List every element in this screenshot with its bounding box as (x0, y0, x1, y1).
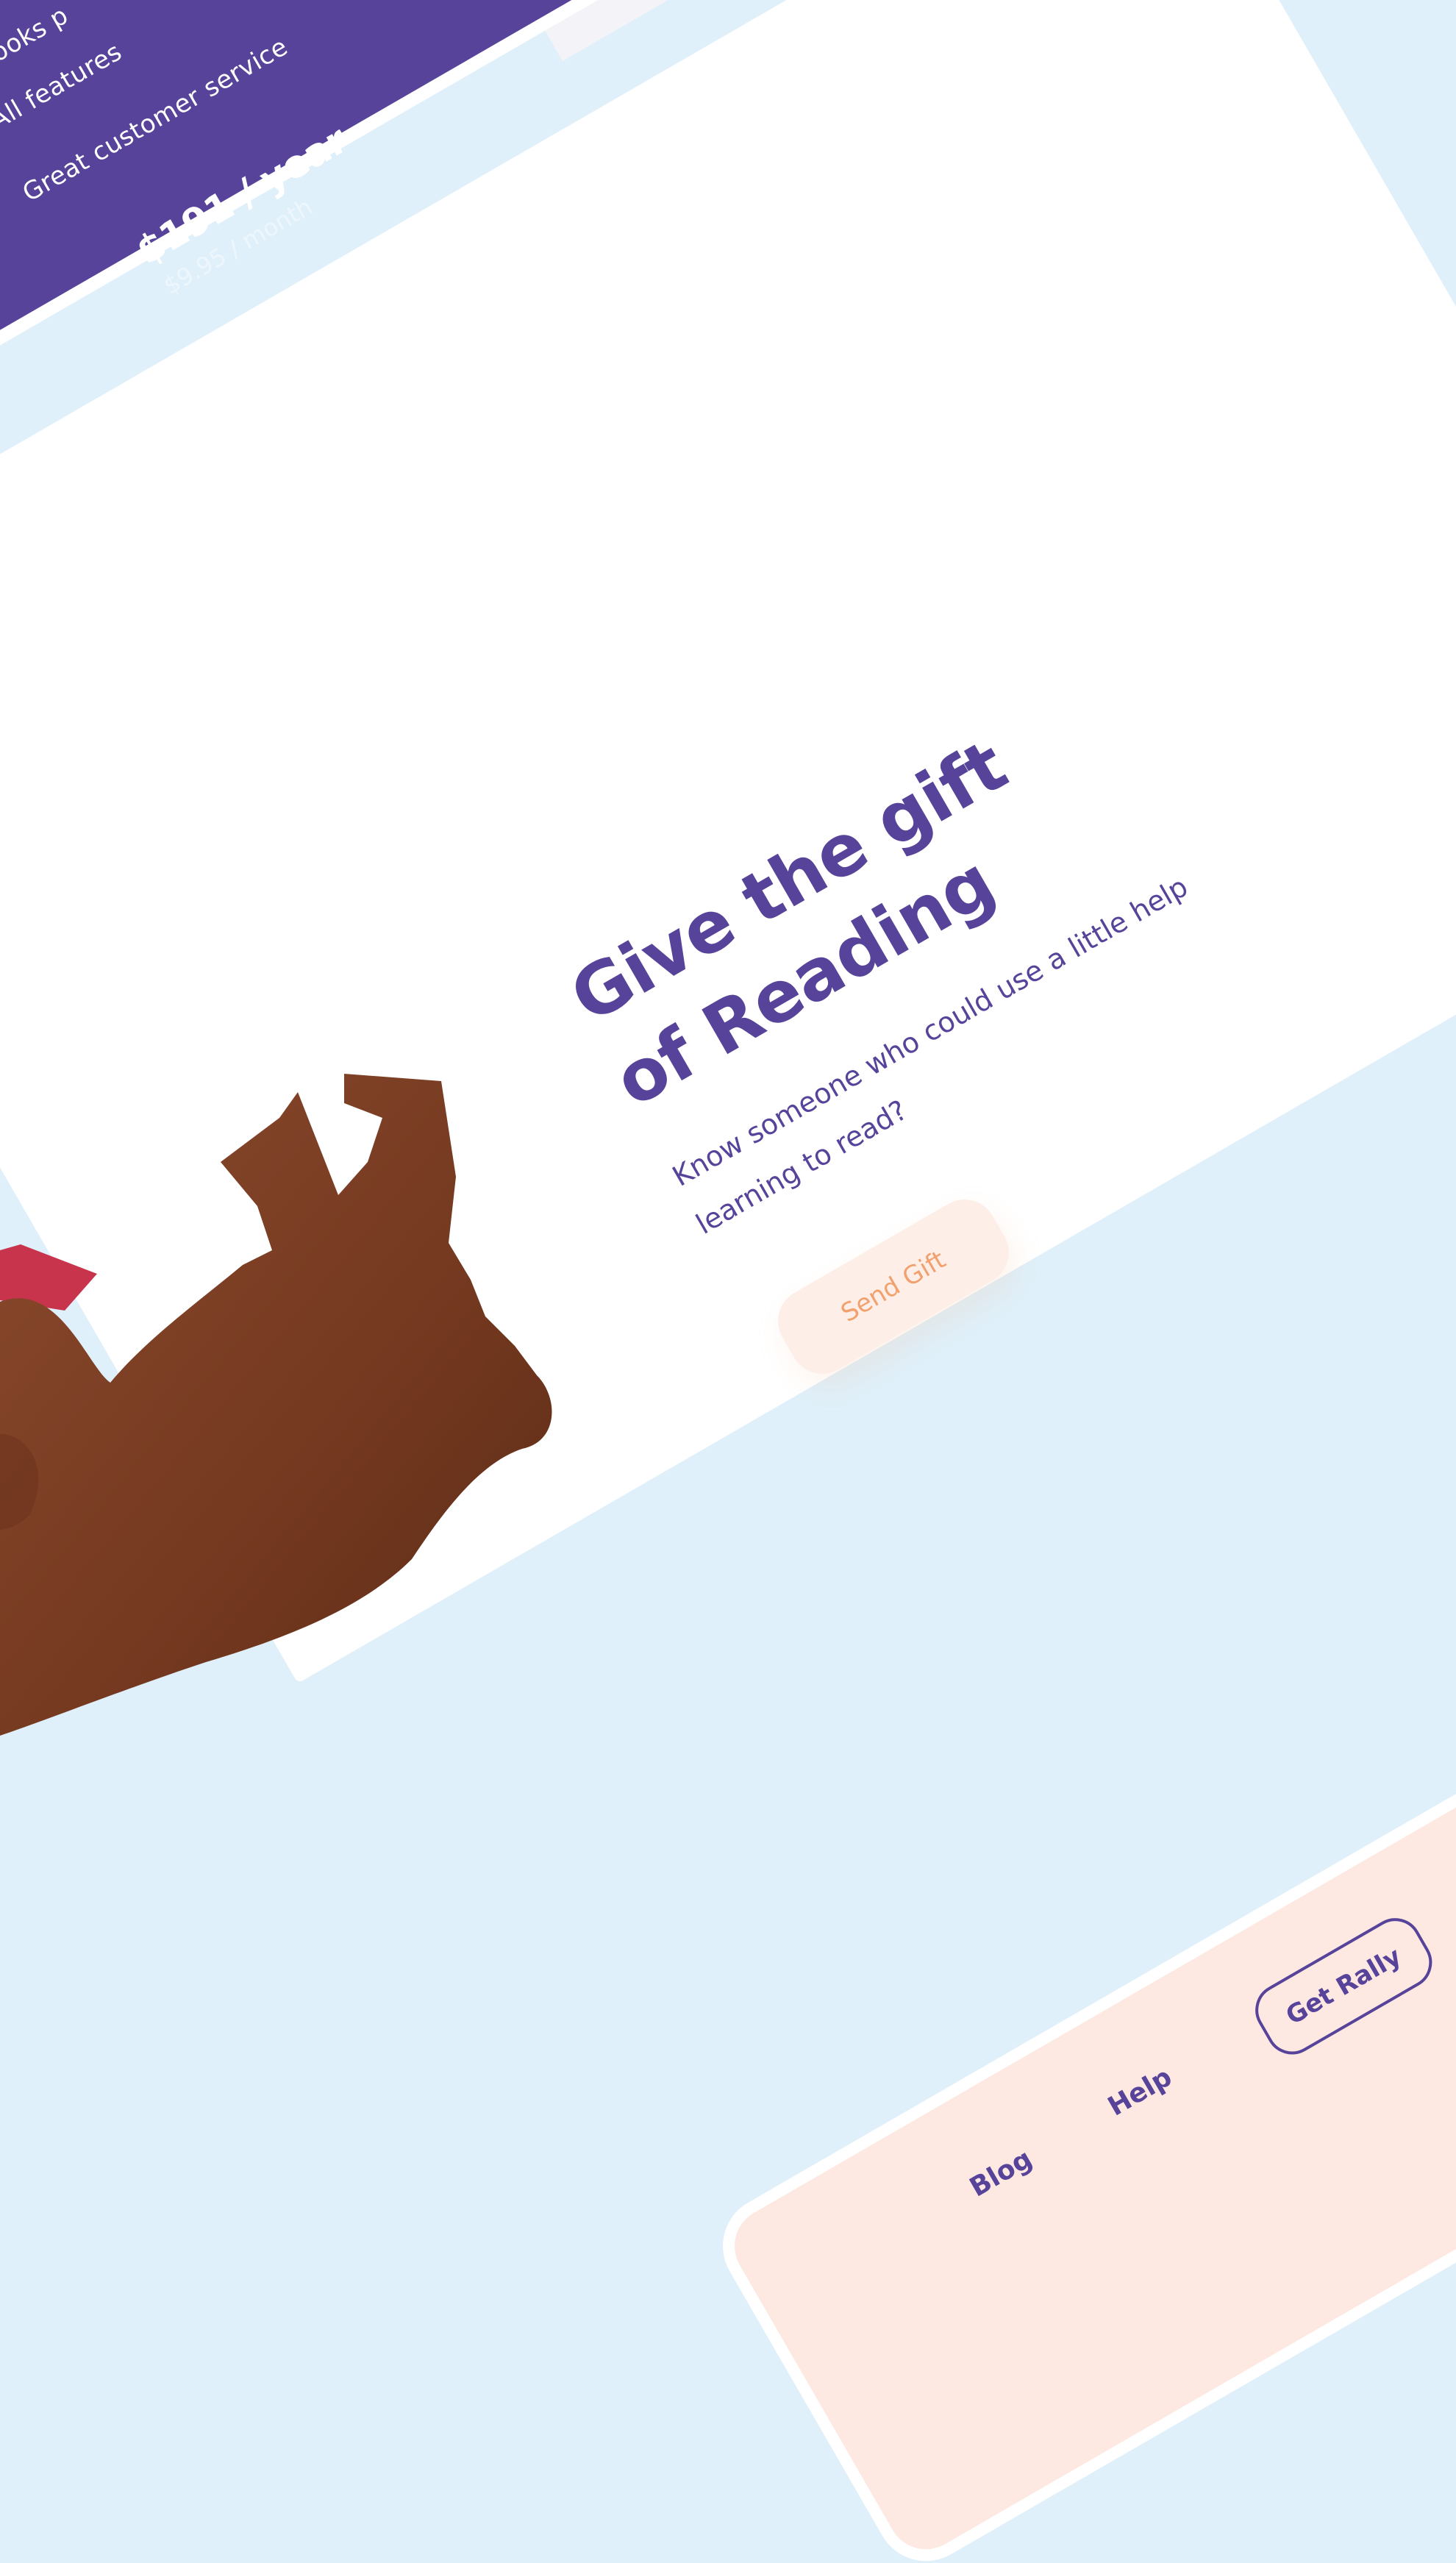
bear-paw-icon (0, 1434, 39, 1530)
footer-card (721, 1717, 1456, 2563)
scene: Books p All features Great customer serv… (0, 0, 1456, 2563)
